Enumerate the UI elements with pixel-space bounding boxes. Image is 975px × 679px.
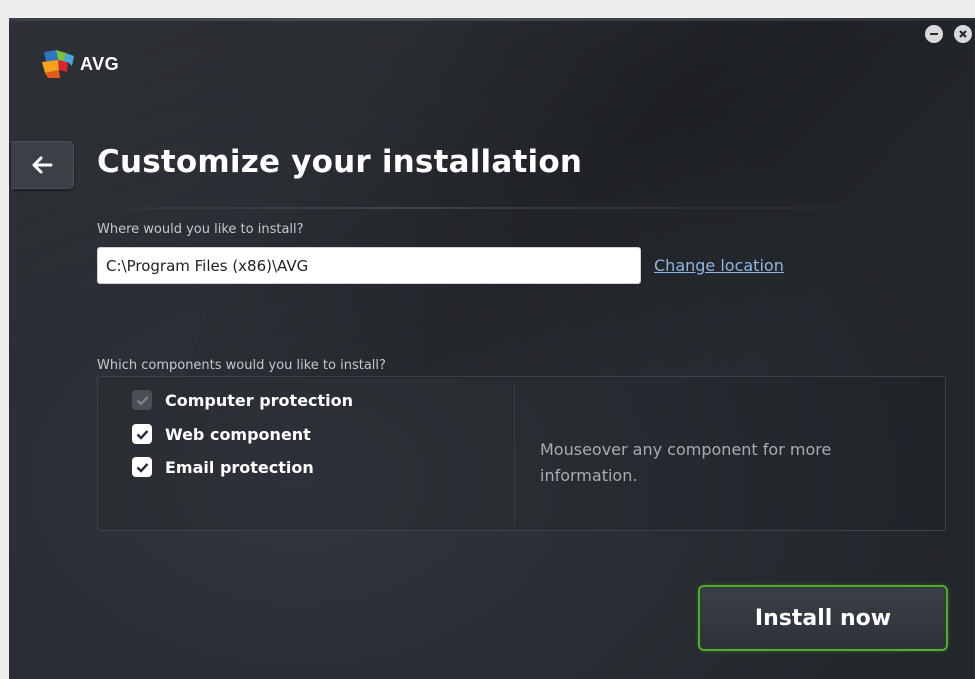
component-label: Computer protection	[165, 390, 354, 410]
panel-divider	[514, 383, 515, 525]
components-label: Which components would you like to insta…	[97, 358, 386, 373]
email-protection-checkbox[interactable]	[132, 457, 152, 477]
check-icon	[136, 395, 148, 406]
web-component-checkbox[interactable]	[132, 424, 152, 444]
install-location-label: Where would you like to install?	[97, 222, 304, 237]
component-email-protection[interactable]: Email protection	[132, 457, 314, 477]
close-icon	[959, 30, 967, 38]
component-web[interactable]: Web component	[132, 424, 311, 444]
minimize-button[interactable]	[925, 25, 943, 43]
avg-logo: AVG	[42, 50, 119, 78]
component-info-text: Mouseover any component for more informa…	[540, 440, 832, 485]
back-button[interactable]	[11, 141, 74, 189]
components-panel: Computer protection Web component Email …	[97, 376, 946, 531]
close-button[interactable]	[954, 25, 972, 43]
component-label: Web component	[165, 424, 311, 444]
title-strip	[9, 18, 975, 21]
page-title: Customize your installation	[97, 144, 583, 180]
avg-logo-icon	[42, 50, 74, 78]
background-shade	[183, 18, 975, 378]
arrow-left-icon	[32, 156, 53, 174]
minus-icon	[930, 33, 938, 35]
component-label: Email protection	[165, 457, 314, 477]
change-location-link[interactable]: Change location	[654, 256, 784, 275]
title-divider	[97, 207, 877, 209]
install-path-field[interactable]	[97, 247, 641, 284]
component-computer-protection[interactable]: Computer protection	[132, 390, 353, 410]
install-now-button[interactable]: Install now	[698, 585, 948, 651]
computer-protection-checkbox[interactable]	[132, 390, 152, 410]
brand-name: AVG	[80, 53, 120, 74]
check-icon	[136, 429, 148, 440]
check-icon	[136, 462, 148, 473]
installer-window: AVG Customize your installation Where wo…	[9, 18, 975, 679]
